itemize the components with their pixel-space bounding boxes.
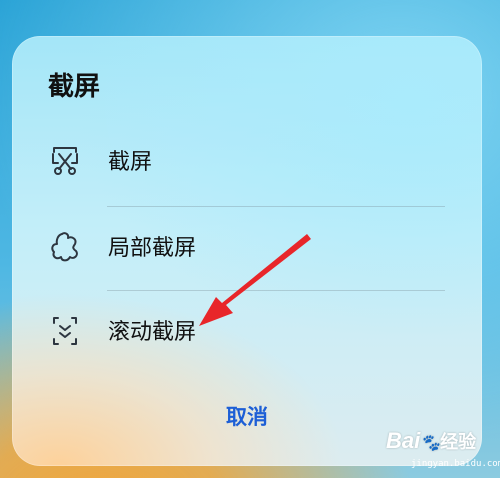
watermark-brand: Bai🐾经验 [386, 428, 477, 453]
annotation-arrow-icon [199, 234, 311, 326]
watermark-url: jingyan.baidu.com [411, 459, 500, 469]
